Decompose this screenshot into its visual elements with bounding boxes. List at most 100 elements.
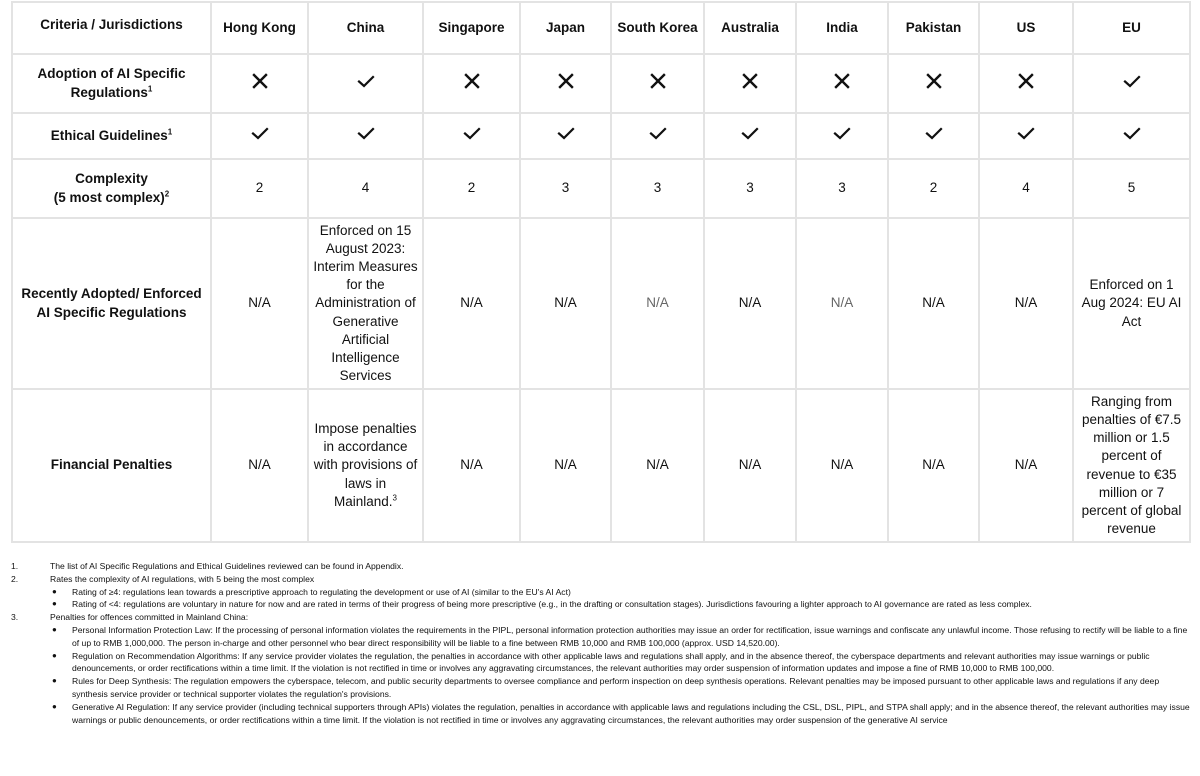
cell-text: 3	[746, 180, 754, 196]
check-icon	[250, 123, 270, 143]
value-cell	[610, 112, 705, 160]
value-cell: 4	[307, 158, 424, 219]
jurisdiction-header: South Korea	[610, 1, 705, 55]
value-cell: N/A	[610, 388, 705, 543]
na-value: N/A	[830, 295, 854, 311]
footnote-bullet: ● Rating of <4: regulations are voluntary…	[0, 598, 1200, 611]
cross-icon	[740, 71, 760, 91]
check-icon	[924, 123, 944, 143]
criterion-cell: Financial Penalties	[11, 388, 212, 543]
criterion-sublabel: (5 most complex)	[53, 189, 165, 205]
footnote: 1. The list of AI Specific Regulations an…	[0, 560, 1200, 573]
footnote-text: Penalties for offences committed in Main…	[50, 612, 249, 623]
value-cell	[978, 112, 1074, 160]
jurisdiction-header: EU	[1072, 1, 1191, 55]
check-icon	[1122, 123, 1142, 143]
jurisdiction-header: China	[307, 1, 424, 55]
na-value: N/A	[922, 295, 945, 311]
value-cell	[887, 112, 980, 160]
criterion-label: Ethical Guidelines	[50, 127, 168, 143]
bullet-icon: ●	[52, 599, 57, 609]
cell-text: 4	[1022, 180, 1030, 196]
check-icon	[1016, 123, 1036, 143]
cell-text: 3	[561, 180, 570, 196]
bullet-icon: ●	[52, 676, 57, 686]
cross-icon	[462, 71, 482, 91]
bullet-icon: ●	[52, 701, 57, 711]
value-cell: N/A	[210, 217, 309, 390]
check-icon	[556, 123, 576, 143]
value-cell: Ranging from penalties of €7.5 million o…	[1072, 388, 1191, 543]
check-icon	[356, 123, 376, 143]
value-cell	[1072, 53, 1191, 114]
footnote-ref: 3	[392, 493, 397, 503]
value-cell	[887, 53, 980, 114]
cell-text: 3	[838, 180, 846, 196]
value-cell: N/A	[978, 217, 1074, 390]
value-cell: 3	[519, 158, 612, 219]
value-cell	[610, 53, 705, 114]
cell-text: Enforced on 15 August 2023: Interim Meas…	[313, 222, 418, 384]
jurisdiction-header: Japan	[519, 1, 612, 55]
check-icon	[462, 123, 482, 143]
value-cell	[210, 112, 309, 160]
value-cell	[519, 112, 612, 160]
jurisdiction-header: US	[978, 1, 1074, 55]
value-cell	[1072, 112, 1191, 160]
bullet-text: Rating of ≥4: regulations lean towards a…	[72, 586, 571, 597]
cell-text: 5	[1127, 180, 1136, 196]
value-cell	[422, 53, 521, 114]
bullet-icon: ●	[52, 624, 57, 634]
na-value: N/A	[248, 457, 271, 473]
jurisdiction-header: Singapore	[422, 1, 521, 55]
value-cell	[978, 53, 1074, 114]
value-cell: N/A	[887, 388, 980, 543]
value-cell: Impose penalties in accordance with prov…	[307, 388, 424, 543]
na-value: N/A	[554, 457, 577, 473]
bullet-text: Personal Information Protection Law: If …	[72, 624, 1188, 648]
na-value: N/A	[460, 457, 483, 473]
criterion-label: Adoption of AI Specific Regulations	[37, 66, 186, 100]
cell-text: Ranging from penalties of €7.5 million o…	[1081, 393, 1182, 537]
value-cell	[210, 53, 309, 114]
cell-text: 2	[467, 180, 476, 196]
value-cell: N/A	[978, 388, 1074, 543]
na-value: N/A	[646, 295, 669, 311]
cross-icon	[832, 71, 852, 91]
value-cell: 2	[210, 158, 309, 219]
na-value: N/A	[248, 295, 271, 311]
cell-text: 4	[361, 180, 370, 196]
value-cell	[519, 53, 612, 114]
cell-text: 3	[653, 180, 662, 196]
na-value: N/A	[830, 457, 854, 473]
criterion-cell: Adoption of AI Specific Regulations1	[11, 53, 212, 114]
value-cell: N/A	[703, 217, 797, 390]
cross-icon	[648, 71, 668, 91]
bullet-text: Generative AI Regulation: If any service…	[72, 701, 1190, 725]
footnote-ref: 2	[164, 189, 170, 198]
value-cell: 2	[422, 158, 521, 219]
footnote-bullet: ● Generative AI Regulation: If any servic…	[0, 701, 1200, 727]
cross-icon	[556, 71, 576, 91]
table-row: Complexity (5 most complex)2 2 4 2 3 3 3 3 2 4 5	[11, 158, 1191, 219]
value-cell: Enforced on 1 Aug 2024: EU AI Act	[1072, 217, 1191, 390]
value-cell: N/A	[519, 388, 612, 543]
criterion-cell: Complexity (5 most complex)2	[11, 158, 212, 219]
value-cell: N/A	[422, 217, 521, 390]
header-row: Criteria / Jurisdictions Hong Kong China S…	[11, 1, 1191, 55]
value-cell: N/A	[703, 388, 797, 543]
ai-regulation-comparison-table: Criteria / Jurisdictions Hong Kong China S…	[11, 1, 1191, 543]
cell-text: 2	[255, 180, 264, 196]
na-value: N/A	[1014, 295, 1038, 311]
value-cell	[703, 53, 797, 114]
footnote-number: 1.	[11, 561, 19, 571]
bullet-text: Rules for Deep Synthesis: The regulation…	[72, 676, 1160, 699]
criterion-cell: Ethical Guidelines1	[11, 112, 212, 160]
bullet-text: Rating of <4: regulations are voluntary …	[72, 599, 1032, 610]
cell-text: Enforced on 1 Aug 2024: EU AI Act	[1081, 277, 1182, 329]
value-cell	[307, 53, 424, 114]
footnote-number: 2.	[11, 573, 19, 584]
value-cell	[795, 112, 889, 160]
value-cell: Enforced on 15 August 2023: Interim Meas…	[307, 217, 424, 390]
na-value: N/A	[1014, 457, 1038, 473]
